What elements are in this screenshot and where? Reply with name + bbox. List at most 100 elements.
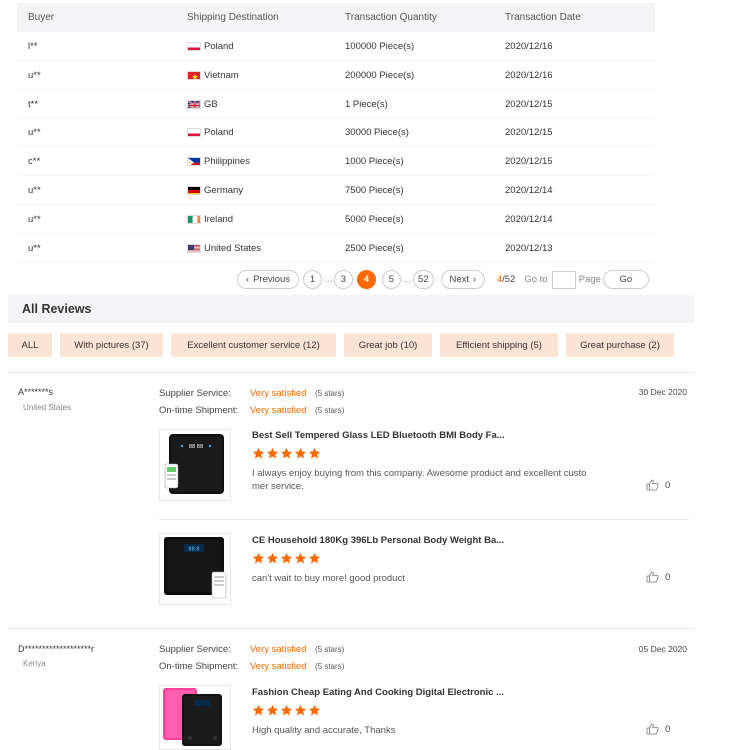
- header-buyer: Buyer: [28, 12, 55, 23]
- filter-great-job[interactable]: Great job (10): [344, 333, 432, 357]
- shipment-stars: (5 stars): [315, 662, 345, 671]
- destination-cell: GB: [187, 99, 218, 110]
- like-button[interactable]: 0: [646, 571, 670, 583]
- filter-efficient-shipping[interactable]: Efficient shipping (5): [440, 333, 558, 357]
- buyer-cell: u**: [28, 213, 41, 225]
- page-button[interactable]: 5: [381, 270, 401, 289]
- star-icon: [280, 704, 293, 716]
- all-reviews-title: All Reviews: [8, 295, 694, 323]
- quantity-cell: 1 Piece(s): [345, 98, 388, 110]
- like-button[interactable]: 0: [646, 479, 670, 491]
- buyer-cell: c**: [28, 156, 41, 168]
- filter-all[interactable]: ALL: [8, 333, 52, 357]
- vietnam-flag-icon: [187, 70, 201, 80]
- supplier-service-stars: (5 stars): [315, 389, 345, 398]
- star-icon: [266, 704, 279, 716]
- quantity-cell: 7500 Piece(s): [345, 184, 404, 196]
- reviewer-name: A*******s: [18, 387, 54, 397]
- date-cell: 2020/12/15: [505, 127, 553, 139]
- product-image[interactable]: 88.8: [159, 533, 231, 605]
- filter-excellent-service[interactable]: Excellent customer service (12): [171, 333, 336, 357]
- product-image[interactable]: [159, 685, 231, 750]
- pagination-dots: ...: [403, 274, 412, 285]
- star-icon: [280, 447, 293, 459]
- supplier-service-stars: (5 stars): [315, 645, 345, 654]
- like-count: 0: [665, 571, 671, 583]
- review-text: High quality and accurate, Thanks: [252, 725, 396, 736]
- page-info: 4/52: [496, 274, 516, 285]
- shipment-label: On-time Shipment:: [159, 405, 239, 416]
- product-title[interactable]: Fashion Cheap Eating And Cooking Digital…: [252, 687, 504, 698]
- star-icon: [308, 447, 321, 459]
- poland-flag-icon: [187, 128, 201, 138]
- reviewer-country: United States: [23, 403, 72, 412]
- divider: [8, 372, 694, 373]
- table-row: u** Ireland 5000 Piece(s) 2020/12/14: [17, 205, 655, 234]
- star-icon: [252, 447, 265, 459]
- destination-cell: Germany: [187, 185, 243, 196]
- date-cell: 2020/12/16: [505, 69, 553, 81]
- product-image[interactable]: 88 88: [159, 429, 231, 501]
- product-title[interactable]: CE Household 180Kg 396Lb Personal Body W…: [252, 535, 504, 546]
- review-filters: ALL With pictures (37) Excellent custome…: [8, 333, 682, 357]
- next-button[interactable]: Next ›: [440, 270, 485, 289]
- date-cell: 2020/12/15: [505, 156, 553, 168]
- current-page-button[interactable]: 4: [356, 270, 376, 289]
- table-row: u** Germany 7500 Piece(s) 2020/12/14: [17, 176, 655, 205]
- date-cell: 2020/12/14: [505, 213, 553, 225]
- filter-with-pictures[interactable]: With pictures (37): [60, 333, 163, 357]
- destination-cell: Poland: [187, 127, 234, 138]
- star-icon: [280, 552, 293, 564]
- pagination-dots: ...: [325, 274, 333, 285]
- review-text: I always enjoy buying from this company.…: [252, 468, 587, 492]
- buyer-cell: u**: [28, 242, 41, 254]
- quantity-cell: 30000 Piece(s): [345, 127, 409, 139]
- page-button[interactable]: 52: [412, 270, 434, 289]
- table-row: u** Vietnam 200000 Piece(s) 2020/12/16: [17, 61, 655, 90]
- review-text: can't wait to buy more! good product: [252, 573, 405, 584]
- quantity-cell: 200000 Piece(s): [345, 69, 415, 81]
- usa-flag-icon: [187, 243, 201, 253]
- goto-page-input[interactable]: [551, 270, 576, 289]
- quantity-cell: 5000 Piece(s): [345, 213, 404, 225]
- go-button[interactable]: Go: [602, 270, 649, 289]
- page-button[interactable]: 1: [303, 270, 322, 289]
- review-date: 30 Dec 2020: [638, 387, 687, 397]
- divider: [8, 628, 694, 629]
- review-item: Fashion Cheap Eating And Cooking Digital…: [159, 685, 689, 750]
- reviewer-name: D*******************r: [18, 644, 95, 654]
- page-button[interactable]: 3: [333, 270, 353, 289]
- star-icon: [252, 552, 265, 564]
- gb-flag-icon: [187, 99, 201, 109]
- chevron-left-icon: ‹: [245, 274, 250, 285]
- reviewer-country: Kenya: [23, 659, 46, 668]
- item-divider: [159, 519, 689, 520]
- table-header: Buyer Shipping Destination Transaction Q…: [17, 3, 655, 32]
- star-icon: [294, 552, 307, 564]
- goto-label: Go to: [524, 274, 548, 285]
- pagination: ‹ Previous 1 ... 3 4 5 ... 52 Next › 4/5…: [237, 270, 649, 289]
- table-row: u** Poland 30000 Piece(s) 2020/12/15: [17, 118, 655, 147]
- germany-flag-icon: [187, 185, 201, 195]
- rating-stars: [252, 447, 322, 460]
- buyer-cell: u**: [28, 69, 41, 81]
- buyer-cell: l**: [28, 41, 38, 52]
- filter-great-purchase[interactable]: Great purchase (2): [566, 333, 674, 357]
- like-count: 0: [665, 723, 671, 735]
- rating-stars: [252, 704, 322, 717]
- destination-cell: Poland: [187, 41, 234, 52]
- svg-text:88.8: 88.8: [188, 547, 199, 553]
- like-button[interactable]: 0: [646, 723, 670, 735]
- table-row: c** Philippines 1000 Piece(s) 2020/12/15: [17, 147, 655, 176]
- poland-flag-icon: [187, 42, 201, 51]
- previous-button[interactable]: ‹ Previous: [237, 270, 299, 289]
- date-cell: 2020/12/16: [505, 41, 553, 52]
- table-row: l** Poland 100000 Piece(s) 2020/12/16: [17, 32, 655, 61]
- shipment-value: Very satisfied: [250, 405, 307, 416]
- date-cell: 2020/12/15: [505, 98, 553, 110]
- svg-text:88 88: 88 88: [189, 444, 203, 450]
- philippines-flag-icon: [187, 157, 201, 167]
- destination-cell: Vietnam: [187, 70, 239, 81]
- product-title[interactable]: Best Sell Tempered Glass LED Bluetooth B…: [252, 430, 505, 441]
- star-icon: [294, 447, 307, 459]
